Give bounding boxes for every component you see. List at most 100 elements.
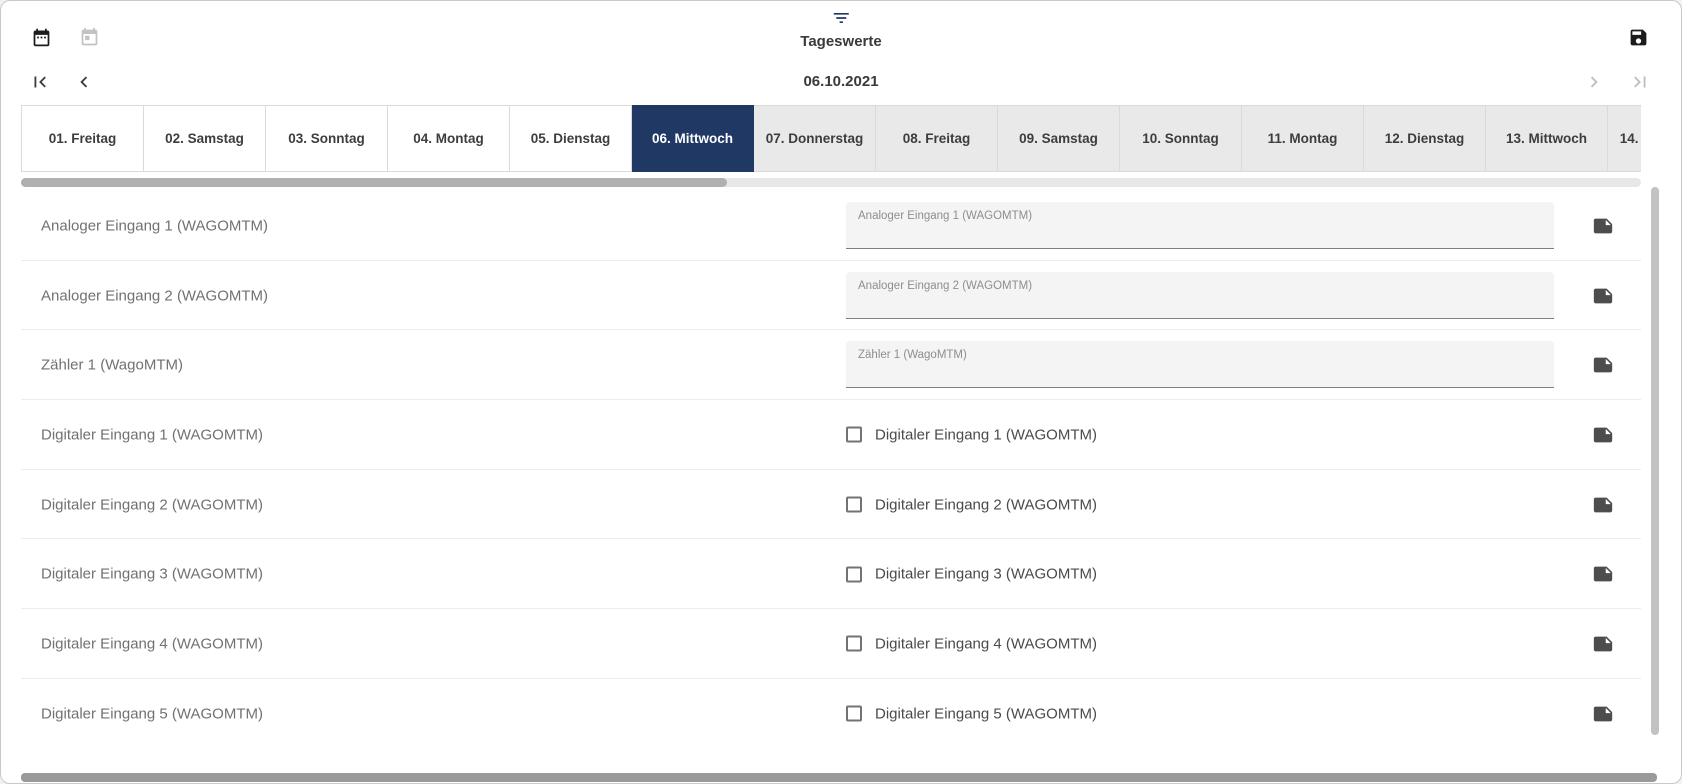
note-icon — [1592, 633, 1614, 655]
parameter-row: Digitaler Eingang 4 (WAGOMTM) Digitaler … — [1, 609, 1682, 679]
note-button[interactable] — [1592, 563, 1614, 585]
day-tabs: 01. Freitag 02. Samstag 03. Sonntag 04. … — [21, 105, 1641, 172]
checkbox-label: Digitaler Eingang 2 (WAGOMTM) — [875, 496, 1097, 513]
day-tab[interactable]: 14. Donnerstag — [1608, 105, 1641, 172]
value-input[interactable] — [858, 361, 1542, 385]
note-button[interactable] — [1592, 633, 1614, 655]
checkbox-label: Digitaler Eingang 4 (WAGOMTM) — [875, 635, 1097, 652]
filter-button[interactable] — [831, 8, 851, 28]
save-button[interactable] — [1628, 27, 1649, 48]
parameter-row: Digitaler Eingang 1 (WAGOMTM) Digitaler … — [1, 400, 1682, 470]
day-tab[interactable]: 11. Montag — [1242, 105, 1364, 172]
note-button[interactable] — [1592, 215, 1614, 237]
parameter-label: Analoger Eingang 1 (WAGOMTM) — [41, 217, 268, 234]
tabs-scrollbar-track[interactable] — [21, 178, 1641, 187]
day-tab[interactable]: 02. Samstag — [144, 105, 266, 172]
chevron-right-icon — [1583, 71, 1605, 93]
day-tab[interactable]: 07. Donnerstag — [754, 105, 876, 172]
value-field-floating-label: Analoger Eingang 1 (WAGOMTM) — [858, 210, 1032, 222]
day-tab-label: 14. Donnerstag — [1620, 131, 1641, 146]
day-tab-label: 05. Dienstag — [531, 131, 611, 146]
toolbar-right — [1628, 27, 1649, 53]
value-text-field[interactable]: Analoger Eingang 1 (WAGOMTM) — [846, 202, 1554, 249]
parameter-label: Digitaler Eingang 4 (WAGOMTM) — [41, 635, 263, 652]
calendar-event-button[interactable] — [79, 27, 100, 48]
calendar-range-icon — [31, 27, 52, 48]
checkbox-icon[interactable] — [846, 566, 862, 582]
day-tab[interactable]: 10. Sonntag — [1120, 105, 1242, 172]
filter-icon — [831, 8, 851, 28]
value-input[interactable] — [858, 292, 1542, 316]
tabs-scrollbar-thumb[interactable] — [21, 178, 727, 187]
last-day-button[interactable] — [1629, 71, 1651, 93]
bottom-scrollbar-thumb[interactable] — [21, 773, 1657, 782]
day-tab-label: 01. Freitag — [49, 131, 117, 146]
day-tab-label: 10. Sonntag — [1142, 131, 1219, 146]
page-title: Tageswerte — [800, 33, 881, 50]
nav-left — [29, 71, 95, 93]
app-window: Tageswerte 06.10.2021 — [0, 0, 1682, 784]
parameter-label: Digitaler Eingang 5 (WAGOMTM) — [41, 705, 263, 722]
nav-right — [1583, 71, 1651, 93]
note-button[interactable] — [1592, 703, 1614, 725]
day-tab[interactable]: 13. Mittwoch — [1486, 105, 1608, 172]
value-text-field[interactable]: Zähler 1 (WagoMTM) — [846, 341, 1554, 388]
note-icon — [1592, 703, 1614, 725]
day-tab-label: 08. Freitag — [903, 131, 971, 146]
toolbar-left — [31, 27, 100, 48]
chevron-left-icon — [73, 71, 95, 93]
day-tab-label: 03. Sonntag — [288, 131, 365, 146]
next-day-button[interactable] — [1583, 71, 1605, 93]
checkbox-label: Digitaler Eingang 5 (WAGOMTM) — [875, 705, 1097, 722]
day-tab[interactable]: 09. Samstag — [998, 105, 1120, 172]
parameter-row: Digitaler Eingang 5 (WAGOMTM) Digitaler … — [1, 679, 1682, 749]
note-button[interactable] — [1592, 424, 1614, 446]
value-checkbox-group[interactable]: Digitaler Eingang 1 (WAGOMTM) — [846, 426, 1097, 443]
day-tab[interactable]: 04. Montag — [388, 105, 510, 172]
value-input[interactable] — [858, 222, 1542, 246]
checkbox-icon[interactable] — [846, 497, 862, 513]
last-page-icon — [1629, 71, 1651, 93]
value-checkbox-group[interactable]: Digitaler Eingang 3 (WAGOMTM) — [846, 566, 1097, 583]
value-text-field[interactable]: Analoger Eingang 2 (WAGOMTM) — [846, 272, 1554, 319]
value-checkbox-group[interactable]: Digitaler Eingang 5 (WAGOMTM) — [846, 705, 1097, 722]
checkbox-icon[interactable] — [846, 427, 862, 443]
parameter-label: Zähler 1 (WagoMTM) — [41, 357, 183, 374]
day-tab[interactable]: 01. Freitag — [22, 105, 144, 172]
day-tab[interactable]: 03. Sonntag — [266, 105, 388, 172]
day-tab-label: 12. Dienstag — [1385, 131, 1465, 146]
calendar-range-button[interactable] — [31, 27, 52, 48]
previous-day-button[interactable] — [73, 71, 95, 93]
checkbox-icon[interactable] — [846, 636, 862, 652]
first-day-button[interactable] — [29, 71, 51, 93]
checkbox-label: Digitaler Eingang 3 (WAGOMTM) — [875, 566, 1097, 583]
note-button[interactable] — [1592, 285, 1614, 307]
value-checkbox-group[interactable]: Digitaler Eingang 4 (WAGOMTM) — [846, 635, 1097, 652]
checkbox-icon[interactable] — [846, 706, 862, 722]
day-tab-label: 07. Donnerstag — [766, 131, 864, 146]
note-button[interactable] — [1592, 354, 1614, 376]
parameter-label: Digitaler Eingang 3 (WAGOMTM) — [41, 566, 263, 583]
note-icon — [1592, 354, 1614, 376]
day-tab[interactable]: 08. Freitag — [876, 105, 998, 172]
value-field-floating-label: Analoger Eingang 2 (WAGOMTM) — [858, 280, 1032, 292]
note-icon — [1592, 424, 1614, 446]
note-icon — [1592, 215, 1614, 237]
note-button[interactable] — [1592, 494, 1614, 516]
day-tab[interactable]: 06. Mittwoch — [632, 105, 754, 172]
day-tab-label: 04. Montag — [413, 131, 484, 146]
parameter-label: Digitaler Eingang 1 (WAGOMTM) — [41, 426, 263, 443]
day-tab[interactable]: 12. Dienstag — [1364, 105, 1486, 172]
parameter-row: Analoger Eingang 1 (WAGOMTM) Analoger Ei… — [1, 191, 1682, 261]
vertical-scrollbar-thumb[interactable] — [1651, 187, 1659, 735]
calendar-event-icon — [79, 27, 100, 48]
current-date-label: 06.10.2021 — [803, 73, 878, 90]
value-checkbox-group[interactable]: Digitaler Eingang 2 (WAGOMTM) — [846, 496, 1097, 513]
toolbar-center: Tageswerte — [800, 8, 881, 50]
parameter-label: Analoger Eingang 2 (WAGOMTM) — [41, 287, 268, 304]
value-field-floating-label: Zähler 1 (WagoMTM) — [858, 349, 967, 361]
note-icon — [1592, 285, 1614, 307]
day-tab-label: 11. Montag — [1268, 131, 1338, 146]
day-tab-label: 09. Samstag — [1019, 131, 1098, 146]
day-tab[interactable]: 05. Dienstag — [510, 105, 632, 172]
